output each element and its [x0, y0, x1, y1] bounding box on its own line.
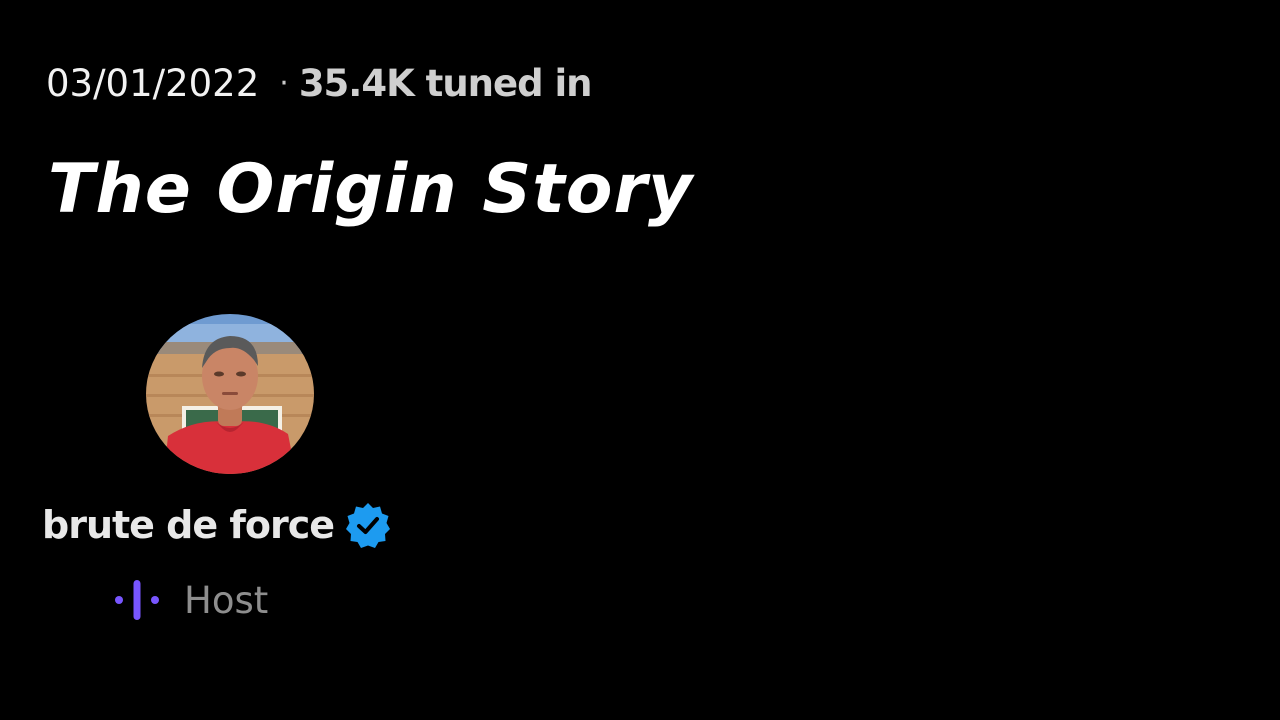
host-name-row[interactable]: brute de force	[42, 500, 392, 550]
audio-bars-icon	[115, 580, 159, 620]
avatar-photo	[146, 314, 314, 474]
host-name[interactable]: brute de force	[42, 503, 335, 547]
space-meta-row: 03/01/2022 · 35.4K tuned in	[46, 58, 593, 108]
verified-badge-icon	[346, 503, 391, 548]
host-role-row: Host	[112, 576, 268, 624]
host-role-label: Host	[184, 578, 269, 622]
host-avatar[interactable]	[146, 314, 314, 474]
listener-count: 35.4K tuned in	[298, 61, 593, 105]
meta-separator: ·	[279, 65, 289, 101]
space-recording-card: 03/01/2022 · 35.4K tuned in The Origin S…	[0, 0, 1280, 720]
space-date: 03/01/2022	[46, 61, 260, 105]
space-title: The Origin Story	[48, 150, 694, 229]
